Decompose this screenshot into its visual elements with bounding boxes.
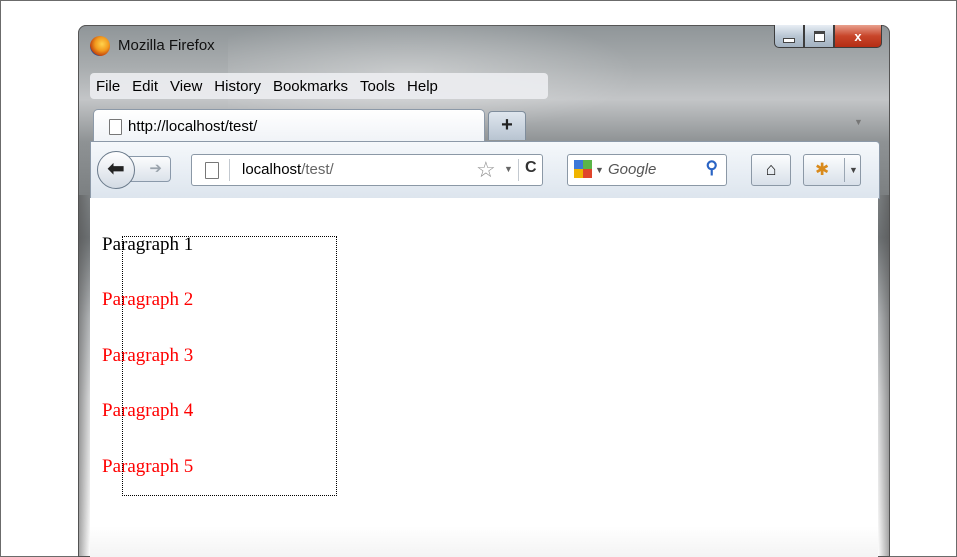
menu-bar: File Edit View History Bookmarks Tools H…: [90, 73, 548, 99]
dotted-outline-box: [122, 236, 337, 496]
menu-view[interactable]: View: [170, 78, 202, 95]
page-icon: [109, 119, 122, 135]
plus-icon: +: [501, 114, 513, 136]
browser-window: Mozilla Firefox x File Edit View History…: [78, 25, 890, 557]
caption-buttons: x: [774, 25, 882, 51]
addon-bug-icon: ✱: [815, 160, 830, 179]
maximize-icon: [813, 30, 825, 42]
menu-help[interactable]: Help: [407, 78, 438, 95]
home-icon: ⌂: [765, 159, 777, 179]
back-forward-group: ➔ ⬅: [97, 151, 173, 189]
addon-chevron-down-icon[interactable]: ▼: [849, 165, 858, 175]
window-title: Mozilla Firefox: [118, 37, 215, 54]
forward-arrow-icon: ➔: [149, 160, 162, 177]
menu-edit[interactable]: Edit: [132, 78, 158, 95]
bookmark-star-icon[interactable]: ☆: [476, 157, 496, 183]
search-engine-chevron-down-icon[interactable]: ▼: [595, 165, 604, 175]
navigation-toolbar: ➔ ⬅ localhost/test/ ☆ ▼ C ▼ Google ⚲ ⌂ ✱…: [90, 141, 880, 199]
tab-label: http://localhost/test/: [128, 118, 258, 135]
close-button[interactable]: x: [834, 25, 882, 48]
history-dropdown-chevron-down-icon[interactable]: ▼: [504, 164, 513, 174]
url-separator: [229, 159, 230, 181]
url-path: /test/: [301, 161, 334, 178]
google-icon[interactable]: [574, 160, 592, 178]
menu-file[interactable]: File: [96, 78, 120, 95]
menu-tools[interactable]: Tools: [360, 78, 395, 95]
search-input[interactable]: Google: [608, 161, 656, 178]
home-button[interactable]: ⌂: [751, 154, 791, 186]
reload-icon[interactable]: C: [525, 159, 537, 177]
maximize-button[interactable]: [804, 25, 834, 48]
back-button[interactable]: ⬅: [97, 151, 135, 189]
minimize-button[interactable]: [774, 25, 804, 48]
addon-button[interactable]: ✱ ▼: [803, 154, 861, 186]
minimize-icon: [783, 37, 795, 43]
tab-list-chevron-down-icon[interactable]: ▼: [854, 117, 863, 127]
site-identity-icon[interactable]: [205, 162, 219, 179]
menu-bookmarks[interactable]: Bookmarks: [273, 78, 348, 95]
close-icon: x: [854, 28, 862, 44]
url-bar[interactable]: localhost/test/ ☆ ▼ C: [191, 154, 543, 186]
new-tab-button[interactable]: +: [488, 111, 526, 140]
search-bar[interactable]: ▼ Google ⚲: [567, 154, 727, 186]
firefox-logo-icon: [90, 36, 110, 56]
tab-active[interactable]: http://localhost/test/: [93, 109, 485, 142]
addon-separator: [844, 158, 845, 182]
url-text[interactable]: localhost/test/: [242, 161, 334, 178]
menu-history[interactable]: History: [214, 78, 261, 95]
page-content: Paragraph 1 Paragraph 2 Paragraph 3 Para…: [90, 198, 878, 526]
search-icon[interactable]: ⚲: [706, 158, 718, 178]
content-bottom-fade: [90, 526, 878, 557]
reload-separator: [518, 159, 519, 181]
url-host: localhost: [242, 161, 302, 178]
back-arrow-icon: ⬅: [107, 158, 125, 180]
